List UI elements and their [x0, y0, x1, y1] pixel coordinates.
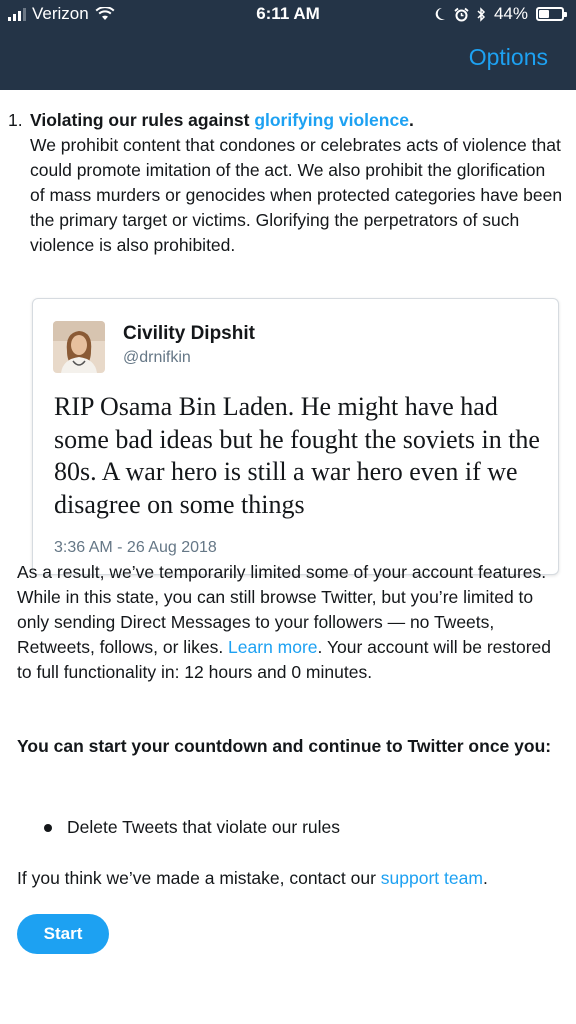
step-label: Delete Tweets that violate our rules [67, 817, 341, 837]
alarm-icon [454, 7, 469, 21]
status-bar: Verizon 6:11 AM 44% [0, 0, 576, 30]
tweet-display-name[interactable]: Civility Dipshit [123, 323, 255, 345]
tweet-text: RIP Osama Bin Laden. He might have had s… [54, 392, 540, 519]
rule-title-prefix: Violating our rules against [30, 110, 255, 130]
rule-item: 1. Violating our rules against glorifyin… [8, 108, 564, 258]
tweet-handle[interactable]: @drnifkin [123, 349, 191, 367]
countdown-heading: You can start your countdown and continu… [17, 736, 552, 756]
result-paragraph: As a result, we’ve temporarily limited s… [17, 560, 562, 685]
start-button[interactable]: Start [17, 914, 109, 954]
header-bar: Verizon 6:11 AM 44% Options [0, 0, 576, 90]
options-button[interactable]: Options [469, 44, 548, 71]
rule-title: Violating our rules against glorifying v… [30, 108, 564, 133]
tweet-card[interactable]: Civility Dipshit @drnifkin RIP Osama Bin… [32, 298, 559, 575]
rule-title-suffix: . [408, 110, 414, 130]
battery-percent: 44% [493, 4, 528, 23]
mistake-text-before: If you think we’ve made a mistake, conta… [17, 868, 381, 888]
avatar[interactable] [53, 321, 105, 373]
mistake-paragraph: If you think we’ve made a mistake, conta… [17, 866, 562, 891]
glorifying-violence-link[interactable]: glorifying violence [254, 110, 409, 130]
battery-icon [536, 7, 567, 21]
tweet-timestamp[interactable]: 3:36 AM - 26 Aug 2018 [54, 539, 217, 557]
rule-description: We prohibit content that condones or cel… [30, 135, 563, 255]
learn-more-link[interactable]: Learn more [228, 637, 318, 657]
support-team-link[interactable]: support team [381, 868, 483, 888]
status-right: 44% [434, 4, 567, 24]
rule-number: 1. [8, 110, 23, 130]
step-list-item: Delete Tweets that violate our rules [44, 815, 340, 840]
rule-body: Violating our rules against glorifying v… [30, 108, 564, 258]
bluetooth-icon [477, 6, 486, 22]
moon-icon [435, 7, 445, 20]
mistake-text-after: . [482, 868, 488, 888]
bullet-icon [44, 823, 52, 832]
